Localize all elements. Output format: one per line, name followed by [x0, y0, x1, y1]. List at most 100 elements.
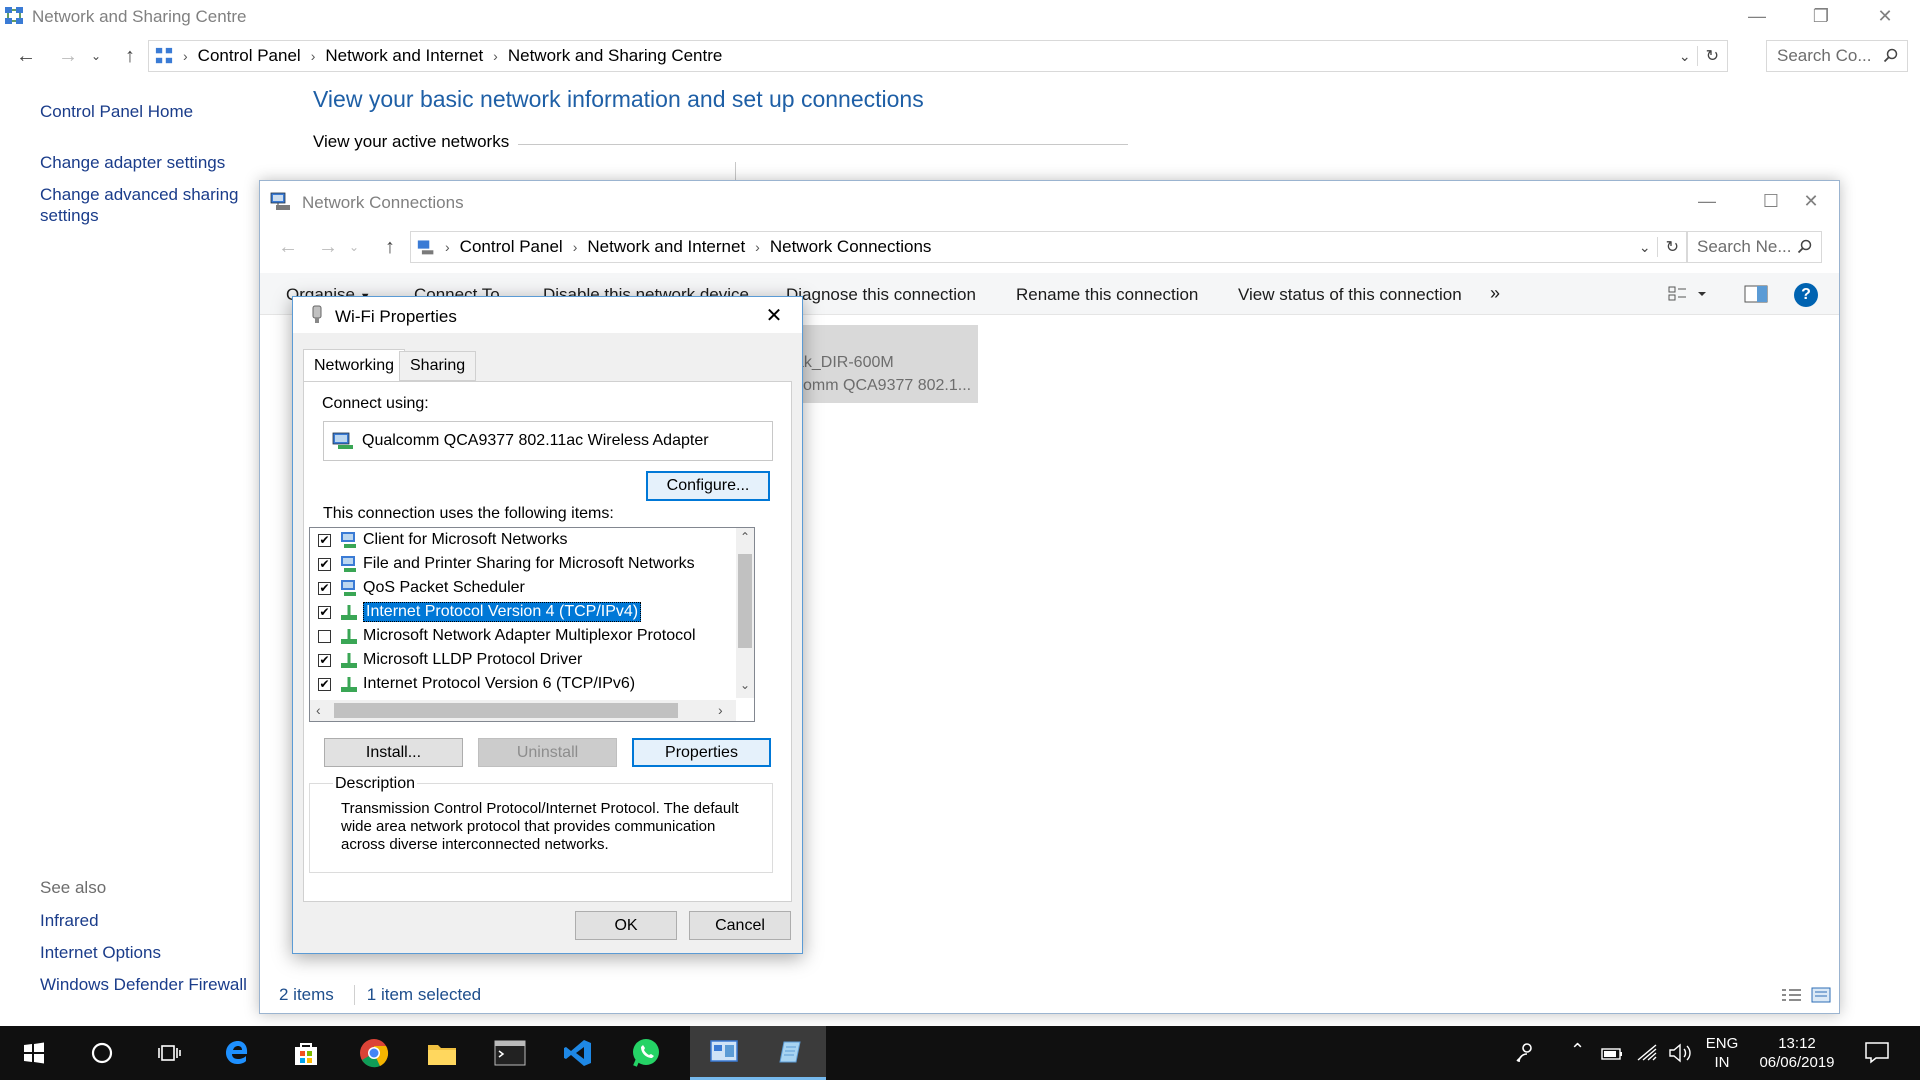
uninstall-button[interactable]: Uninstall	[478, 738, 617, 767]
tab-networking[interactable]: Networking	[303, 349, 406, 381]
windows-defender-firewall-link[interactable]: Windows Defender Firewall	[40, 974, 247, 995]
breadcrumb-control-panel[interactable]: Control Panel	[192, 46, 307, 66]
chrome-icon[interactable]	[340, 1026, 408, 1080]
more-commands-icon[interactable]: »	[1490, 283, 1500, 304]
change-view-icon[interactable]	[1668, 285, 1708, 303]
recent-locations-icon[interactable]: ⌄	[86, 36, 106, 76]
details-view-icon[interactable]	[1781, 987, 1803, 1003]
list-item[interactable]: ✔ Client for Microsoft Networks	[318, 528, 568, 552]
breadcrumb-network-internet[interactable]: Network and Internet	[319, 46, 489, 66]
help-icon[interactable]: ?	[1794, 283, 1818, 307]
control-panel-icon[interactable]	[690, 1026, 758, 1080]
change-adapter-settings-link[interactable]: Change adapter settings	[40, 152, 225, 173]
refresh-icon[interactable]: ↻	[1656, 237, 1687, 257]
wifi-icon[interactable]	[1636, 1042, 1660, 1064]
install-button[interactable]: Install...	[324, 738, 463, 767]
list-item-selected[interactable]: ✔ Internet Protocol Version 4 (TCP/IPv4)	[318, 600, 642, 624]
ok-button[interactable]: OK	[575, 911, 677, 940]
internet-options-link[interactable]: Internet Options	[40, 942, 161, 963]
close-button[interactable]: ✕	[1782, 181, 1840, 221]
infrared-link[interactable]: Infrared	[40, 910, 99, 931]
restore-button[interactable]: ❐	[1792, 0, 1850, 32]
cortana-icon[interactable]	[68, 1026, 136, 1080]
item-checkbox[interactable]: ✔	[318, 677, 331, 691]
show-hidden-icons-icon[interactable]: ⌃	[1570, 1040, 1585, 1061]
scrollbar-thumb[interactable]	[334, 703, 678, 718]
rename-connection-button[interactable]: Rename this connection	[1016, 285, 1198, 305]
item-checkbox[interactable]: ✔	[318, 557, 331, 571]
breadcrumb-network-sharing[interactable]: Network and Sharing Centre	[502, 46, 729, 66]
minimize-button[interactable]: —	[1728, 0, 1786, 32]
breadcrumb-network-connections[interactable]: Network Connections	[764, 237, 938, 257]
dialog-close-button[interactable]: ✕	[759, 303, 789, 327]
address-bar[interactable]: › Control Panel › Network and Internet ›…	[148, 40, 1728, 72]
diagnose-connection-button[interactable]: Diagnose this connection	[786, 285, 976, 305]
breadcrumb-network-internet[interactable]: Network and Internet	[581, 237, 751, 257]
cancel-button[interactable]: Cancel	[689, 911, 791, 940]
scroll-up-icon[interactable]: ⌃	[740, 530, 750, 544]
action-center-icon[interactable]	[1864, 1040, 1890, 1064]
forward-arrow-icon[interactable]: →	[312, 227, 344, 267]
language-code: ENG	[1705, 1035, 1739, 1052]
list-item[interactable]: ✔ Microsoft LLDP Protocol Driver	[318, 648, 582, 672]
control-panel-home-link[interactable]: Control Panel Home	[40, 101, 193, 122]
horizontal-scrollbar[interactable]: ‹ ›	[310, 700, 736, 721]
clock[interactable]: 13:12 06/06/2019	[1752, 1034, 1842, 1072]
up-arrow-icon[interactable]: ↑	[114, 36, 146, 76]
notepad-icon[interactable]	[758, 1026, 826, 1080]
main-titlebar: Network and Sharing Centre — ❐ ✕	[0, 0, 1920, 32]
scroll-down-icon[interactable]: ⌄	[740, 678, 750, 692]
vscode-icon[interactable]	[544, 1026, 612, 1080]
refresh-icon[interactable]: ↻	[1696, 46, 1727, 66]
address-bar[interactable]: › Control Panel › Network and Internet ›…	[410, 231, 1688, 263]
wifi-adapter-tile[interactable]: ak_DIR-600M comm QCA9377 802.1...	[789, 325, 978, 403]
vertical-scrollbar[interactable]: ⌃ ⌄	[736, 528, 754, 698]
item-checkbox[interactable]: ✔	[318, 581, 331, 595]
task-view-icon[interactable]	[136, 1026, 204, 1080]
whatsapp-icon[interactable]	[612, 1026, 680, 1080]
language-indicator[interactable]: ENG IN	[1702, 1034, 1742, 1072]
address-dropdown-icon[interactable]: ⌄	[1673, 48, 1697, 65]
item-checkbox[interactable]	[318, 629, 331, 643]
scroll-left-icon[interactable]: ‹	[316, 702, 321, 718]
item-label: Microsoft Network Adapter Multiplexor Pr…	[363, 627, 696, 644]
scrollbar-thumb[interactable]	[738, 554, 752, 648]
recent-locations-icon[interactable]: ⌄	[344, 227, 364, 267]
store-icon[interactable]	[272, 1026, 340, 1080]
view-status-button[interactable]: View status of this connection	[1238, 285, 1462, 305]
tiles-view-icon[interactable]	[1811, 987, 1831, 1003]
breadcrumb-control-panel[interactable]: Control Panel	[454, 237, 569, 257]
forward-arrow-icon[interactable]: →	[52, 36, 84, 76]
search-input[interactable]: Search Ne...	[1686, 231, 1822, 263]
address-dropdown-icon[interactable]: ⌄	[1633, 239, 1657, 256]
start-icon[interactable]	[0, 1026, 68, 1080]
properties-button[interactable]: Properties	[632, 738, 771, 767]
protocol-icon	[339, 651, 363, 669]
up-arrow-icon[interactable]: ↑	[374, 227, 406, 267]
battery-icon[interactable]	[1600, 1042, 1624, 1064]
list-item[interactable]: ✔ QoS Packet Scheduler	[318, 576, 525, 600]
preview-pane-icon[interactable]	[1744, 285, 1768, 303]
list-item[interactable]: Microsoft Network Adapter Multiplexor Pr…	[318, 624, 696, 648]
list-item[interactable]: ✔ File and Printer Sharing for Microsoft…	[318, 552, 695, 576]
minimize-button[interactable]: —	[1678, 181, 1736, 221]
scroll-right-icon[interactable]: ›	[718, 702, 723, 718]
item-checkbox[interactable]: ✔	[318, 653, 331, 667]
divider	[735, 162, 736, 180]
configure-button[interactable]: Configure...	[646, 471, 770, 501]
edge-icon[interactable]	[204, 1026, 272, 1080]
tab-sharing[interactable]: Sharing	[399, 351, 477, 381]
back-arrow-icon[interactable]: ←	[10, 36, 42, 76]
file-explorer-icon[interactable]	[408, 1026, 476, 1080]
terminal-icon[interactable]	[476, 1026, 544, 1080]
item-checkbox[interactable]: ✔	[318, 533, 331, 547]
back-arrow-icon[interactable]: ←	[272, 227, 304, 267]
close-button[interactable]: ✕	[1856, 0, 1914, 32]
search-input[interactable]: Search Co...	[1766, 40, 1908, 72]
volume-icon[interactable]	[1668, 1042, 1694, 1064]
change-advanced-sharing-link[interactable]: Change advanced sharing settings	[40, 184, 240, 226]
breadcrumb-separator-icon: ›	[183, 48, 188, 64]
list-item[interactable]: ✔ Internet Protocol Version 6 (TCP/IPv6)	[318, 672, 635, 696]
people-icon[interactable]	[1514, 1041, 1538, 1065]
item-checkbox[interactable]: ✔	[318, 605, 331, 619]
